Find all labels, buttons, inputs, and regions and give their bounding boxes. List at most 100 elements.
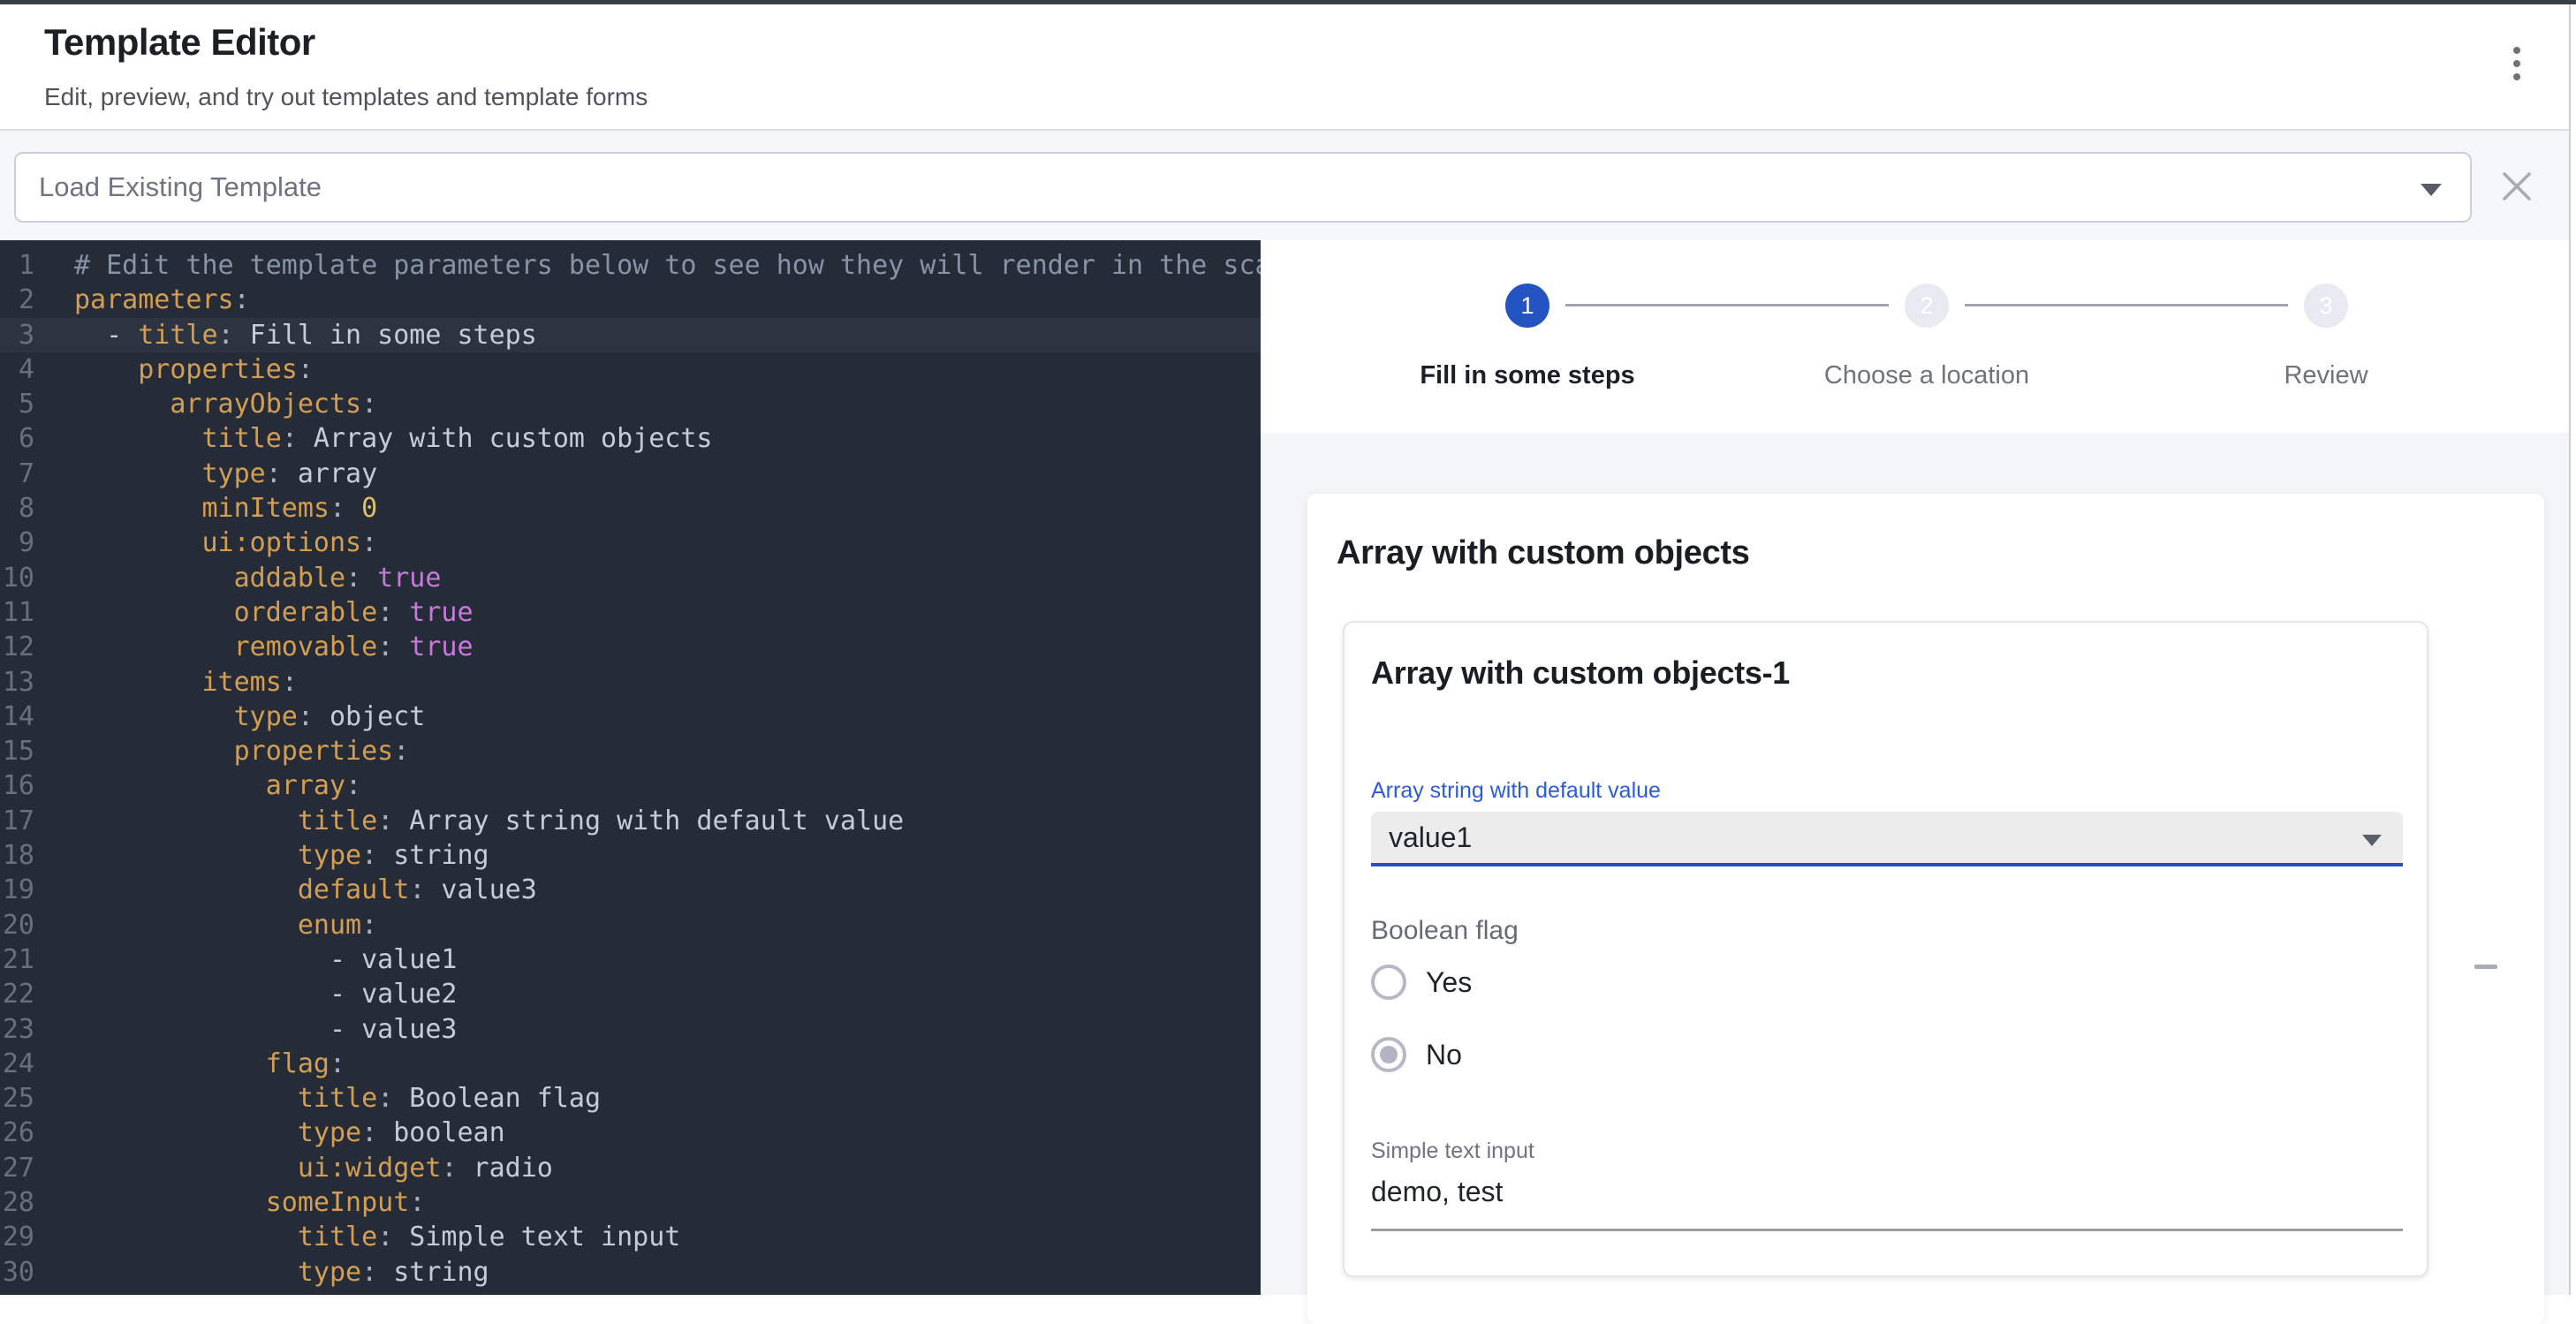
code-text: properties:: [74, 352, 314, 387]
editor-line[interactable]: 12 removable: true: [0, 630, 1261, 664]
scaffolder-stepper: 1 Fill in some steps 2 Choose a location 3 Re…: [1261, 240, 2576, 433]
radio-unchecked-icon[interactable]: [1371, 965, 1406, 1000]
code-text: type: string: [74, 1255, 489, 1290]
more-options-button[interactable]: [2498, 42, 2535, 85]
editor-line[interactable]: 21 - value1: [0, 942, 1261, 977]
editor-line[interactable]: 30 type: string: [0, 1255, 1261, 1290]
line-number: 3: [0, 318, 34, 352]
minus-icon: [2474, 965, 2497, 969]
editor-line[interactable]: 26 type: boolean: [0, 1116, 1261, 1150]
editor-line[interactable]: 14 type: object: [0, 700, 1261, 734]
code-text: someInput:: [74, 1185, 425, 1220]
code-text: # Edit the template parameters below to …: [74, 248, 1261, 283]
editor-line[interactable]: 4 properties:: [0, 352, 1261, 387]
text-field-underline: [1371, 1229, 2403, 1231]
close-icon: [2496, 166, 2537, 207]
editor-line[interactable]: 22 - value2: [0, 977, 1261, 1011]
code-text: addable: true: [74, 561, 441, 595]
kebab-menu-icon: [2513, 60, 2520, 67]
line-number: 6: [0, 421, 34, 456]
array-item-title: Array with custom objects-1: [1371, 654, 1790, 692]
page-scrollbar[interactable]: [2569, 4, 2576, 1295]
editor-line[interactable]: 24 flag:: [0, 1047, 1261, 1081]
editor-line[interactable]: 16 array:: [0, 768, 1261, 803]
editor-line[interactable]: 18 type: string: [0, 838, 1261, 873]
radio-dot: [1380, 1046, 1398, 1063]
editor-line[interactable]: 1# Edit the template parameters below to…: [0, 248, 1261, 283]
editor-line[interactable]: 7 type: array: [0, 457, 1261, 491]
code-text: type: boolean: [74, 1116, 505, 1150]
editor-line[interactable]: 28 someInput:: [0, 1185, 1261, 1220]
load-existing-template-combobox[interactable]: Load Existing Template: [14, 152, 2472, 223]
radio-option-label: No: [1426, 1039, 1462, 1071]
line-number: 18: [0, 838, 34, 873]
code-text: minItems: 0: [74, 491, 377, 526]
editor-line[interactable]: 2parameters:: [0, 283, 1261, 317]
editor-line[interactable]: 29 title: Simple text input: [0, 1220, 1261, 1254]
editor-line[interactable]: 9 ui:options:: [0, 526, 1261, 560]
radio-checked-icon[interactable]: [1371, 1037, 1406, 1072]
step-circle-1[interactable]: 1: [1505, 284, 1549, 328]
code-text: - value1: [74, 942, 457, 977]
step-circle-3[interactable]: 3: [2304, 284, 2348, 328]
yaml-code-editor[interactable]: 1# Edit the template parameters below to…: [0, 240, 1261, 1295]
line-number: 13: [0, 665, 34, 700]
load-template-toolbar: Load Existing Template: [0, 131, 2576, 240]
line-number: 5: [0, 387, 34, 421]
select-field-label: Array string with default value: [1371, 778, 1661, 804]
chevron-down-icon: [2362, 835, 2382, 846]
line-number: 27: [0, 1151, 34, 1185]
line-number: 14: [0, 700, 34, 734]
line-number: 20: [0, 908, 34, 942]
editor-line[interactable]: 25 title: Boolean flag: [0, 1081, 1261, 1116]
editor-line[interactable]: 19 default: value3: [0, 873, 1261, 907]
radio-option-no[interactable]: No: [1371, 1035, 1462, 1074]
line-number: 23: [0, 1012, 34, 1047]
array-item-card: Array with custom objects-1 Array string…: [1343, 621, 2428, 1277]
editor-line[interactable]: 6 title: Array with custom objects: [0, 421, 1261, 456]
code-text: parameters:: [74, 283, 250, 317]
line-number: 22: [0, 977, 34, 1011]
radio-option-label: Yes: [1426, 966, 1472, 999]
editor-line[interactable]: 5 arrayObjects:: [0, 387, 1261, 421]
code-text: items:: [74, 665, 298, 700]
editor-line[interactable]: 3 - title: Fill in some steps: [0, 318, 1261, 352]
editor-line[interactable]: 11 orderable: true: [0, 595, 1261, 630]
code-text: properties:: [74, 734, 409, 768]
code-text: ui:widget: radio: [74, 1151, 553, 1185]
code-text: ui:options:: [74, 526, 377, 560]
step-circle-2[interactable]: 2: [1905, 284, 1949, 328]
code-text: arrayObjects:: [74, 387, 377, 421]
editor-line[interactable]: 27 ui:widget: radio: [0, 1151, 1261, 1185]
editor-line[interactable]: 20 enum:: [0, 908, 1261, 942]
text-field-label: Simple text input: [1371, 1139, 1534, 1164]
line-number: 24: [0, 1047, 34, 1081]
line-number: 17: [0, 804, 34, 838]
line-number: 7: [0, 457, 34, 491]
clear-template-button[interactable]: [2496, 166, 2537, 207]
step-label: Review: [2167, 359, 2485, 392]
line-number: 16: [0, 768, 34, 803]
remove-item-button[interactable]: [2465, 945, 2507, 987]
line-number: 11: [0, 595, 34, 630]
step-label: Fill in some steps: [1368, 359, 1686, 392]
editor-line[interactable]: 10 addable: true: [0, 561, 1261, 595]
text-field-value[interactable]: demo, test: [1371, 1176, 1503, 1208]
editor-line[interactable]: 15 properties:: [0, 734, 1261, 768]
kebab-menu-icon: [2513, 47, 2520, 54]
editor-line[interactable]: 8 minItems: 0: [0, 491, 1261, 526]
editor-line[interactable]: 13 items:: [0, 665, 1261, 700]
line-number: 21: [0, 942, 34, 977]
editor-line[interactable]: 23 - value3: [0, 1012, 1261, 1047]
line-number: 26: [0, 1116, 34, 1150]
step-label: Choose a location: [1768, 359, 2086, 392]
editor-line[interactable]: 17 title: Array string with default valu…: [0, 804, 1261, 838]
array-string-select[interactable]: value1: [1371, 812, 2403, 866]
step-connector: [1965, 304, 2288, 306]
code-text: orderable: true: [74, 595, 474, 630]
radio-option-yes[interactable]: Yes: [1371, 963, 1472, 1002]
code-text: enum:: [74, 908, 377, 942]
line-number: 28: [0, 1185, 34, 1220]
chevron-down-icon[interactable]: [2421, 184, 2442, 196]
line-number: 29: [0, 1220, 34, 1254]
